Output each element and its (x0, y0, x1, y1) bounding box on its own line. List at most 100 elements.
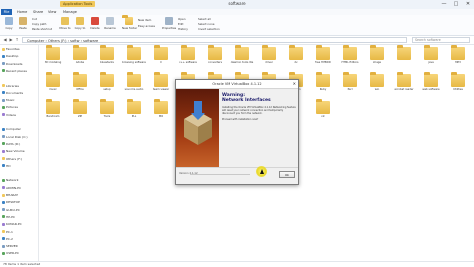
file-item[interactable]: dv (284, 45, 308, 73)
open-button[interactable]: Open (178, 17, 185, 21)
nav-item[interactable]: ADMIN-PC (2, 186, 21, 191)
nav-item[interactable]: Libraries (2, 84, 19, 89)
file-name: Tools (103, 115, 111, 118)
file-item[interactable]: java (419, 45, 443, 73)
file-item[interactable]: setup (95, 72, 119, 100)
file-item[interactable]: MO (149, 99, 173, 127)
file-item[interactable]: c++ software (176, 45, 200, 73)
nav-item[interactable]: New Volume (2, 149, 25, 154)
file-name: setup (103, 88, 111, 91)
nav-item-label: Recent places (6, 68, 27, 73)
nav-item[interactable]: Others (F:) (2, 157, 22, 162)
ok-button[interactable]: Ok (279, 171, 295, 178)
nav-item[interactable]: Documents (2, 91, 23, 96)
easy-access-button[interactable]: Easy access (138, 24, 155, 28)
folder-icon (316, 99, 330, 114)
address-field[interactable]: Computer › Others (F:) › softw › softwar… (22, 37, 407, 43)
file-item[interactable]: free HYBRID (311, 45, 335, 73)
nav-item-label: Videos (6, 112, 16, 117)
file-item[interactable]: acrobat reader (392, 72, 416, 100)
history-button[interactable]: History (178, 27, 188, 31)
nav-item[interactable]: HP-PC (2, 215, 15, 220)
nav-item[interactable]: Local Disk (C:) (2, 135, 28, 140)
nav-item[interactable]: GURU-PC (2, 208, 20, 213)
file-item[interactable]: driver (257, 45, 281, 73)
select-all-button[interactable]: Select all (198, 17, 211, 21)
copy-to-button[interactable]: Copy to (73, 17, 87, 33)
copy-button[interactable]: Copy (2, 17, 16, 33)
maximize-button[interactable]: □ (450, 0, 462, 9)
properties-button[interactable]: Properties (162, 17, 176, 33)
nav-item[interactable]: Pictures (2, 105, 18, 110)
file-item[interactable]: Ruby (311, 72, 335, 100)
select-none-button[interactable]: Select none (198, 22, 215, 26)
file-item[interactable]: C (149, 45, 173, 73)
file-item[interactable]: win (365, 72, 389, 100)
file-item[interactable]: daemon tools lite (230, 45, 254, 73)
copy-path-button[interactable]: Copy path (32, 22, 46, 26)
folder-icon (424, 45, 438, 60)
nav-item[interactable]: USER-PC (2, 251, 19, 256)
folder-icon (154, 45, 168, 60)
file-item[interactable]: music (41, 72, 65, 100)
file-item[interactable]: bluestacks (95, 45, 119, 73)
nav-item[interactable]: Favorites (2, 47, 20, 52)
nav-item-icon (2, 186, 5, 190)
file-item[interactable]: browsing software (122, 45, 146, 73)
file-item[interactable]: Bandicam (41, 99, 65, 127)
new-item-button[interactable]: New item (138, 18, 151, 22)
cut-button[interactable]: Cut (32, 17, 37, 21)
file-item[interactable]: web software (419, 72, 443, 100)
file-item[interactable]: Perl (338, 72, 362, 100)
search-input[interactable]: Search software (412, 37, 470, 43)
nav-item[interactable]: Downloads (2, 62, 22, 67)
nav-item[interactable]: DATA (D:) (2, 142, 20, 147)
file-item[interactable]: 3D modeling (41, 45, 65, 73)
move-to-button[interactable]: Move to (58, 17, 72, 33)
edit-button[interactable]: Edit (178, 22, 183, 26)
file-item[interactable]: Tools (95, 99, 119, 127)
file-item[interactable]: converters (203, 45, 227, 73)
copy-icon (5, 17, 13, 25)
close-window-button[interactable]: ✕ (462, 0, 474, 9)
nav-item[interactable]: DESKTOP (2, 200, 20, 205)
file-item[interactable]: HTML Editors (338, 45, 362, 73)
nav-item[interactable]: Network (2, 178, 19, 183)
nav-item[interactable]: Recent places (2, 69, 27, 74)
nav-item[interactable]: BHARAT (2, 193, 18, 198)
nav-item[interactable]: HD (2, 164, 11, 169)
file-item[interactable]: Utilities (446, 72, 470, 100)
nav-item[interactable]: PC-2 (2, 237, 13, 242)
nav-item[interactable]: PC-1 (2, 230, 13, 235)
dialog-close-icon[interactable]: ✕ (293, 80, 296, 88)
nav-item[interactable]: Music (2, 98, 15, 103)
file-item[interactable]: PLL (122, 99, 146, 127)
nav-item[interactable]: KUMAR-PC (2, 222, 22, 227)
file-name: music (49, 88, 57, 91)
nav-item[interactable]: Desktop (2, 54, 18, 59)
file-item[interactable]: MP3 (446, 45, 470, 73)
nav-item[interactable]: Videos (2, 113, 16, 118)
paste-shortcut-button[interactable]: Paste shortcut (32, 27, 52, 31)
rename-button[interactable]: Rename (103, 17, 117, 33)
up-icon[interactable]: ↑ (14, 37, 20, 43)
file-item[interactable]: Adobe (68, 45, 92, 73)
file-item[interactable]: image (365, 45, 389, 73)
file-item[interactable]: sound & audio (122, 72, 146, 100)
invert-selection-button[interactable]: Invert selection (198, 27, 220, 31)
new-folder-button[interactable]: New folder (122, 17, 137, 33)
nav-item[interactable]: Computer (2, 127, 21, 132)
file-item[interactable]: team viewer (149, 72, 173, 100)
nav-item-label: Documents (6, 90, 24, 95)
paste-button[interactable]: Paste (16, 17, 30, 33)
file-item[interactable]: ZIP (68, 99, 92, 127)
delete-button[interactable]: Delete (88, 17, 102, 33)
nav-item[interactable]: SERVER (2, 244, 18, 249)
folder-icon (343, 45, 357, 60)
folder-icon (127, 72, 141, 87)
file-item[interactable]: vlc (311, 99, 335, 127)
minimize-button[interactable]: — (438, 0, 450, 9)
file-item[interactable] (392, 45, 416, 73)
nav-item-icon (2, 215, 5, 219)
file-item[interactable]: Office (68, 72, 92, 100)
